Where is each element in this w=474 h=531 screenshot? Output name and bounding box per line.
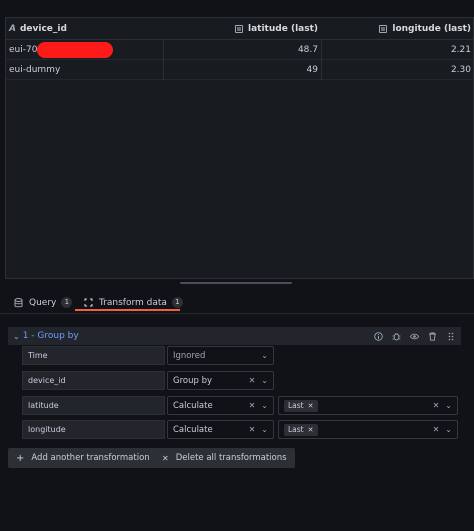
calculation-chip: Last ✕ <box>284 399 318 412</box>
transformation-header[interactable]: ⌄ 1 - Group by <box>8 327 461 345</box>
pane-resize-handle[interactable] <box>180 282 292 284</box>
remove-chip-icon[interactable]: ✕ <box>308 402 314 410</box>
table-row: eui-dummy 49 2.30 <box>6 60 473 80</box>
number-type-icon <box>235 24 244 33</box>
remove-chip-icon[interactable]: ✕ <box>308 426 314 434</box>
column-header-latitude[interactable]: latitude (last) <box>166 18 321 39</box>
operation-select-time[interactable]: Ignored ⌄ <box>167 346 274 365</box>
cell-device-id: eui-dummy <box>9 64 61 75</box>
chevron-down-icon: ⌄ <box>261 376 268 385</box>
clear-icon[interactable]: ✕ <box>433 401 440 410</box>
redaction-mark <box>37 41 114 58</box>
debug-icon[interactable] <box>392 332 401 341</box>
chevron-down-icon: ⌄ <box>261 401 268 410</box>
transformation-title: 1 - Group by <box>22 331 79 341</box>
column-header-longitude[interactable]: longitude (last) <box>324 18 474 39</box>
table-row: eui-70 48.7 2.21 <box>6 40 473 60</box>
cell-longitude: 2.21 <box>450 44 471 55</box>
string-type-icon: A <box>9 23 16 34</box>
column-divider <box>321 40 322 80</box>
add-transformation-button[interactable]: + Add another transformation <box>8 448 158 468</box>
chevron-down-icon: ⌄ <box>261 425 268 434</box>
transform-icon <box>84 298 93 307</box>
trash-icon[interactable] <box>428 332 437 341</box>
clear-icon[interactable]: ✕ <box>249 376 256 385</box>
plus-icon: + <box>16 452 25 464</box>
field-label-device-id: device_id <box>22 371 165 390</box>
calculation-chip: Last ✕ <box>284 423 318 436</box>
table-panel: A device_id latitude (last) longitude (l… <box>5 17 474 279</box>
calculation-select-latitude[interactable]: Last ✕ ✕ ⌄ <box>278 396 458 415</box>
field-label-latitude: latitude <box>22 396 165 415</box>
editor-tabs: Query 1 Transform data 1 <box>0 292 474 313</box>
eye-icon[interactable] <box>410 332 419 341</box>
calculation-select-longitude[interactable]: Last ✕ ✕ ⌄ <box>278 420 458 439</box>
chevron-down-icon: ⌄ <box>445 425 452 434</box>
clear-icon[interactable]: ✕ <box>433 425 440 434</box>
database-icon <box>14 297 23 307</box>
cell-longitude: 2.30 <box>450 64 471 75</box>
field-label-time: Time <box>22 346 165 365</box>
chevron-down-icon: ⌄ <box>261 351 268 360</box>
clear-icon[interactable]: ✕ <box>249 425 256 434</box>
operation-select-device-id[interactable]: Group by ✕ ⌄ <box>167 371 274 390</box>
tabs-divider <box>0 313 474 314</box>
active-tab-indicator <box>75 309 180 311</box>
number-type-icon <box>379 24 388 33</box>
clear-icon[interactable]: ✕ <box>249 401 256 410</box>
tab-query[interactable]: Query 1 <box>14 292 73 313</box>
chevron-down-icon: ⌄ <box>445 401 452 410</box>
column-header-device-id[interactable]: A device_id <box>9 18 164 39</box>
cell-device-id: eui-70 <box>9 44 38 55</box>
delete-all-transformations-button[interactable]: ✕ Delete all transformations <box>154 448 295 468</box>
tab-count-badge: 1 <box>61 297 73 308</box>
operation-select-latitude[interactable]: Calculate ✕ ⌄ <box>167 396 274 415</box>
drag-handle-icon[interactable] <box>446 332 455 341</box>
column-divider <box>163 40 164 80</box>
cell-latitude: 48.7 <box>297 44 318 55</box>
table-header: A device_id latitude (last) longitude (l… <box>6 18 473 40</box>
cell-latitude: 49 <box>306 64 318 75</box>
chevron-down-icon[interactable]: ⌄ <box>13 332 20 341</box>
info-icon[interactable] <box>374 331 383 341</box>
close-icon: ✕ <box>162 453 169 463</box>
operation-select-longitude[interactable]: Calculate ✕ ⌄ <box>167 420 274 439</box>
tab-count-badge: 1 <box>171 297 183 308</box>
field-label-longitude: longitude <box>22 420 165 439</box>
